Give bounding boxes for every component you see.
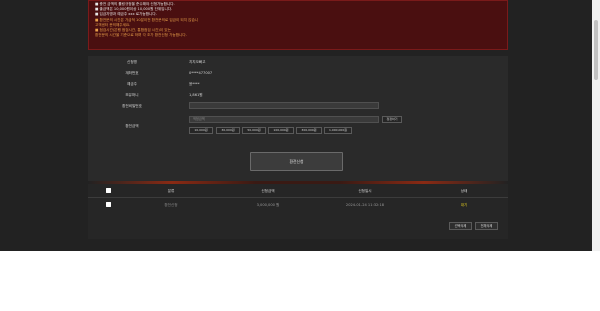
select-all-checkbox[interactable]: [106, 188, 111, 193]
table-header: 분류 신청금액 신청일시 상태: [88, 184, 508, 198]
row-status: 대기: [460, 203, 468, 207]
apply-withdraw-button[interactable]: 환전신청: [250, 152, 343, 171]
content-background: ■ 충전 금액의 롤링규정을 준수해야 신청가능합니다. ■ 출금액은 10,00…: [0, 0, 592, 251]
password-label: 환전비밀번호: [122, 104, 142, 108]
history-table: 분류 신청금액 신청일시 상태 환전신청 3,000,000 원 2024-01…: [88, 184, 508, 239]
clear-amount-button[interactable]: 정정하기: [382, 116, 402, 123]
quick-amount-button[interactable]: 50,000원: [242, 127, 266, 134]
row-type: 환전신청: [164, 203, 178, 207]
field-value: 지지오빠고: [189, 60, 206, 64]
header-status: 상태: [460, 189, 468, 193]
password-input[interactable]: [189, 102, 379, 109]
scrollbar-thumb[interactable]: [594, 20, 598, 80]
header-type: 분류: [167, 189, 175, 193]
row-amount: 3,000,000 원: [256, 203, 280, 207]
field-label: 계좌번호: [125, 71, 139, 75]
page: ■ 충전 금액의 롤링규정을 준수해야 신청가능합니다. ■ 출금액은 10,00…: [0, 0, 600, 311]
withdraw-form: 신청명 지지오빠고 계좌번호 0****477007 예금주 윤**** 보유머…: [88, 56, 508, 181]
field-label: 신청명: [127, 60, 137, 64]
quick-amount-button[interactable]: 100,000원: [268, 127, 294, 134]
field-value: 0****477007: [189, 71, 213, 75]
vertical-scrollbar[interactable]: [592, 0, 600, 251]
field-label: 예금주: [127, 82, 137, 86]
delete-all-button[interactable]: 전체삭제: [475, 222, 498, 230]
amount-label: 환전금액: [125, 124, 139, 128]
field-value: 1,861원: [189, 93, 203, 97]
amount-input[interactable]: 적정금액: [189, 116, 379, 123]
notice-box: ■ 충전 금액의 롤링규정을 준수해야 신청가능합니다. ■ 출금액은 10,00…: [88, 0, 508, 50]
header-datetime: 신청일시: [358, 189, 372, 193]
row-datetime: 2024-01-24 11:32:18: [345, 203, 385, 207]
quick-amount-button[interactable]: 300,000원: [296, 127, 322, 134]
row-checkbox[interactable]: [106, 202, 111, 207]
field-label: 보유머니: [125, 93, 139, 97]
quick-amount-button[interactable]: 30,000원: [216, 127, 240, 134]
header-amount: 신청금액: [261, 189, 275, 193]
notice-line: 환전문의 시간을 기준으로 하며 각 조가 환전신청 가능합니다.: [95, 33, 187, 38]
field-value: 윤****: [189, 82, 200, 86]
select-delete-button[interactable]: 선택삭제: [449, 222, 472, 230]
quick-amount-button[interactable]: 10,000원: [189, 127, 213, 134]
quick-amount-button[interactable]: 1,000,000원: [324, 127, 352, 134]
